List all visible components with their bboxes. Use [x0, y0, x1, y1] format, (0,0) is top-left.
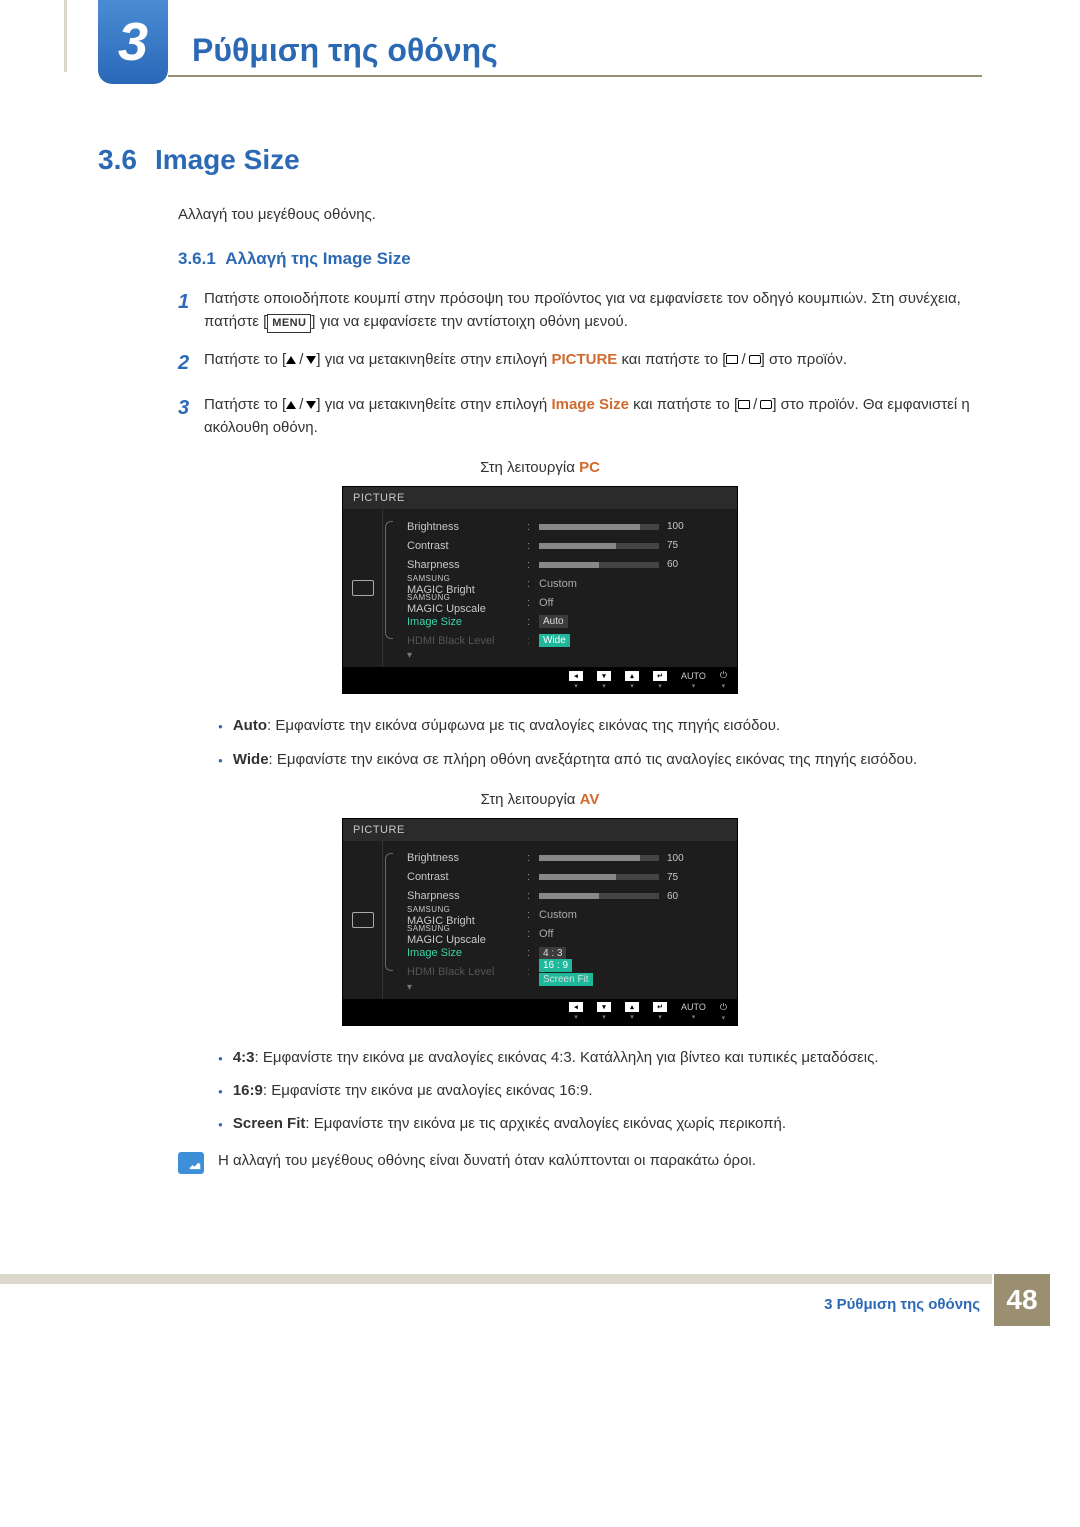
step-list: 1 Πατήστε οποιοδήποτε κουμπί στην πρόσοψ…	[178, 287, 982, 439]
caption-pc: Στη λειτουργία PC	[98, 459, 982, 476]
step-2: 2 Πατήστε το [/] για να μετακινηθείτε στ…	[178, 348, 982, 379]
page-footer: 3 Ρύθμιση της οθόνης 48	[0, 1274, 1080, 1320]
up-down-icon: /	[286, 348, 316, 371]
page-number: 48	[994, 1274, 1050, 1326]
section-title: 3.6Image Size	[98, 144, 982, 176]
pc-option-list: Auto: Εμφανίστε την εικόνα σύμφωνα με τι…	[218, 714, 982, 771]
caption-av: Στη λειτουργία AV	[98, 791, 982, 808]
chapter-title: Ρύθμιση της οθόνης	[192, 0, 982, 69]
step-3: 3 Πατήστε το [/] για να μετακινηθείτε στ…	[178, 393, 982, 440]
subsection-title: 3.6.1 Αλλαγή της Image Size	[178, 249, 982, 269]
enter-icon: /	[726, 348, 760, 371]
chapter-header: 3 Ρύθμιση της οθόνης	[98, 0, 982, 84]
note-icon	[178, 1152, 204, 1174]
osd-screenshot-av: PICTURE Brightness:100 Contrast:75 Sharp…	[342, 818, 738, 1026]
osd-screenshot-pc: PICTURE Brightness:100 Contrast:75 Sharp…	[342, 486, 738, 694]
info-note: Η αλλαγή του μεγέθους οθόνης είναι δυνατ…	[178, 1152, 982, 1174]
monitor-icon	[352, 580, 374, 596]
osd-footer: ◂▾ ▾▾ ▴▾ ↵▾ AUTO▾ ⏻▾	[343, 999, 737, 1025]
intro-text: Αλλαγή του μεγέθους οθόνης.	[178, 206, 982, 223]
decorative-stripe	[64, 0, 67, 72]
osd-footer: ◂▾ ▾▾ ▴▾ ↵▾ AUTO▾ ⏻▾	[343, 667, 737, 693]
av-option-list: 4:3: Εμφανίστε την εικόνα με αναλογίες ε…	[218, 1046, 982, 1136]
osd-title: PICTURE	[343, 819, 737, 841]
footer-chapter-label: 3 Ρύθμιση της οθόνης	[824, 1296, 980, 1313]
osd-title: PICTURE	[343, 487, 737, 509]
monitor-icon	[352, 912, 374, 928]
header-rule	[168, 75, 982, 77]
chapter-number-box: 3	[98, 0, 168, 84]
up-down-icon: /	[286, 393, 316, 416]
menu-key-icon: MENU	[267, 314, 311, 333]
step-1: 1 Πατήστε οποιοδήποτε κουμπί στην πρόσοψ…	[178, 287, 982, 334]
enter-icon: /	[738, 393, 772, 416]
